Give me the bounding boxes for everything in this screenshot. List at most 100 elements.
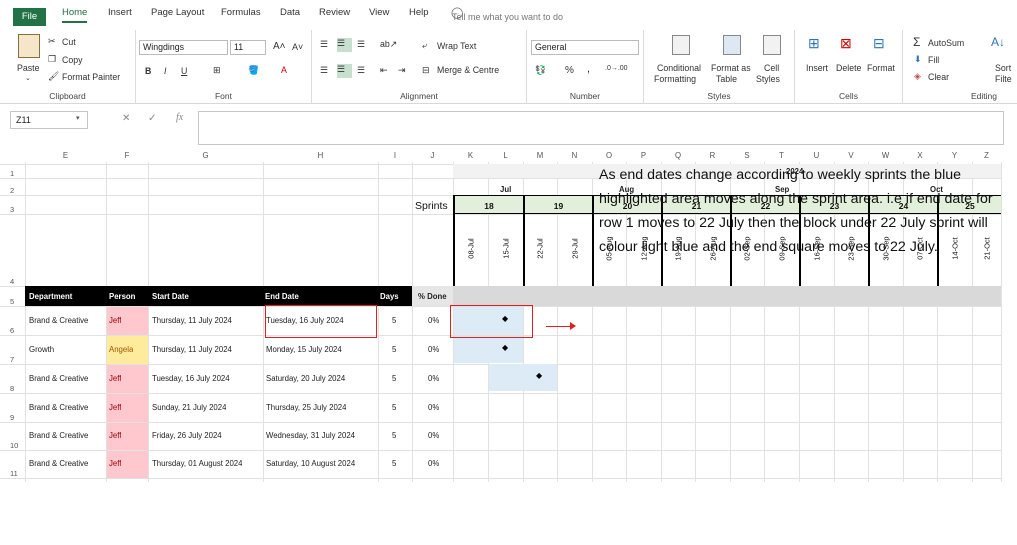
format-as-label[interactable]: Format as [711,63,751,73]
department-cell[interactable]: Brand & Creative [29,431,88,440]
row-number[interactable]: 5 [10,297,14,306]
column-header[interactable]: H [263,151,378,163]
tab-help[interactable]: Help [409,7,429,18]
align-middle-icon[interactable]: ☰ [337,38,352,52]
department-cell[interactable]: Brand & Creative [29,316,88,325]
fill-color-icon[interactable]: 🪣 [248,65,259,76]
formula-input[interactable] [198,111,1004,145]
done-cell[interactable]: 0% [428,403,439,412]
row-number[interactable]: 8 [10,384,14,393]
end-date-cell[interactable]: Saturday, 20 July 2024 [266,374,345,383]
tab-view[interactable]: View [369,7,389,18]
row-number[interactable]: 2 [10,186,14,195]
department-cell[interactable]: Brand & Creative [29,403,88,412]
days-cell[interactable]: 5 [392,459,396,468]
days-cell[interactable]: 5 [392,345,396,354]
clear-button[interactable]: Clear [928,72,949,82]
align-top-icon[interactable]: ☰ [320,39,328,50]
cell-label[interactable]: Cell [764,63,779,73]
person-name[interactable]: Angela [109,345,133,354]
number-format-dropdown[interactable]: General [531,40,639,55]
orientation-icon[interactable]: ab↗ [380,39,397,50]
decrease-font-icon[interactable]: A˅ [292,42,303,52]
styles-btn-label[interactable]: Styles [756,74,780,84]
start-date-cell[interactable]: Thursday, 11 July 2024 [152,316,232,325]
increase-font-icon[interactable]: A˄ [273,41,286,52]
column-header[interactable]: T [764,151,799,163]
end-date-cell[interactable]: Saturday, 10 August 2024 [266,459,355,468]
delete-cells-button[interactable]: Delete [836,63,861,73]
underline-button[interactable]: U [181,66,187,76]
days-cell[interactable]: 5 [392,374,396,383]
start-date-cell[interactable]: Thursday, 01 August 2024 [152,459,242,468]
department-cell[interactable]: Brand & Creative [29,459,88,468]
increase-indent-icon[interactable]: ⇥ [398,65,405,76]
column-header[interactable]: Z [972,151,1001,163]
sort-label[interactable]: Sort [995,63,1011,73]
align-right-icon[interactable]: ☰ [357,65,365,76]
column-header[interactable]: P [626,151,661,163]
table-label[interactable]: Table [716,74,737,84]
days-cell[interactable]: 5 [392,316,396,325]
insert-function-button[interactable]: fx [176,112,183,123]
borders-icon[interactable]: ⊞ [213,65,220,76]
column-header[interactable]: S [730,151,764,163]
column-header[interactable]: Y [937,151,972,163]
merge-centre-button[interactable]: Merge & Centre [437,65,499,75]
decrease-indent-icon[interactable]: ⇤ [380,65,387,76]
tab-page-layout[interactable]: Page Layout [151,7,204,18]
currency-icon[interactable]: 💱 [535,65,546,76]
column-header[interactable]: X [903,151,937,163]
cancel-icon[interactable]: ✕ [122,113,130,124]
column-header[interactable]: W [868,151,903,163]
column-header[interactable]: L [488,151,523,163]
tab-review[interactable]: Review [319,7,350,18]
cut-button[interactable]: Cut [62,37,76,47]
column-header[interactable]: G [148,151,263,163]
person-name[interactable]: Jeff [109,374,121,383]
enter-icon[interactable]: ✓ [148,113,156,124]
comma-button[interactable]: , [587,63,590,75]
conditional-label[interactable]: Conditional [657,63,701,73]
start-date-cell[interactable]: Tuesday, 16 July 2024 [152,374,230,383]
tab-file[interactable]: File [13,8,46,26]
tab-home[interactable]: Home [62,7,88,23]
end-date-cell[interactable]: Monday, 15 July 2024 [266,345,342,354]
paste-button[interactable]: Paste [17,63,40,73]
department-cell[interactable]: Brand & Creative [29,374,88,383]
format-cells-button[interactable]: Format [867,63,895,73]
end-date-cell[interactable]: Thursday, 25 July 2024 [266,403,346,412]
tab-data[interactable]: Data [280,7,300,18]
tell-me-search[interactable]: Tell me what you want to do [452,12,563,22]
column-header[interactable]: U [799,151,834,163]
person-name[interactable]: Jeff [109,316,121,325]
font-size-dropdown[interactable]: 11 [230,40,266,55]
row-number[interactable]: 6 [10,326,14,335]
person-name[interactable]: Jeff [109,403,121,412]
bold-button[interactable]: B [145,66,151,76]
percent-button[interactable]: % [565,65,574,76]
column-header[interactable]: F [106,151,148,163]
row-number[interactable]: 3 [10,205,14,214]
column-header[interactable]: N [557,151,592,163]
chevron-down-icon[interactable]: ▾ [76,114,80,122]
column-header[interactable]: V [834,151,868,163]
row-number[interactable]: 7 [10,355,14,364]
person-name[interactable]: Jeff [109,431,121,440]
italic-button[interactable]: I [164,66,166,76]
row-number[interactable]: 1 [10,169,14,178]
column-header[interactable]: I [378,151,412,163]
tab-insert[interactable]: Insert [108,7,132,18]
column-header[interactable]: Q [661,151,695,163]
done-cell[interactable]: 0% [428,374,439,383]
column-header[interactable]: O [592,151,626,163]
row-number[interactable]: 11 [10,469,18,478]
tab-formulas[interactable]: Formulas [221,7,261,18]
column-header[interactable]: M [523,151,557,163]
filter-label[interactable]: Filte [995,74,1012,84]
department-cell[interactable]: Growth [29,345,54,354]
column-header[interactable]: R [695,151,730,163]
insert-cells-button[interactable]: Insert [806,63,828,73]
column-header[interactable]: E [25,151,106,163]
increase-decimal-icon[interactable]: .0→.00 [605,65,628,72]
